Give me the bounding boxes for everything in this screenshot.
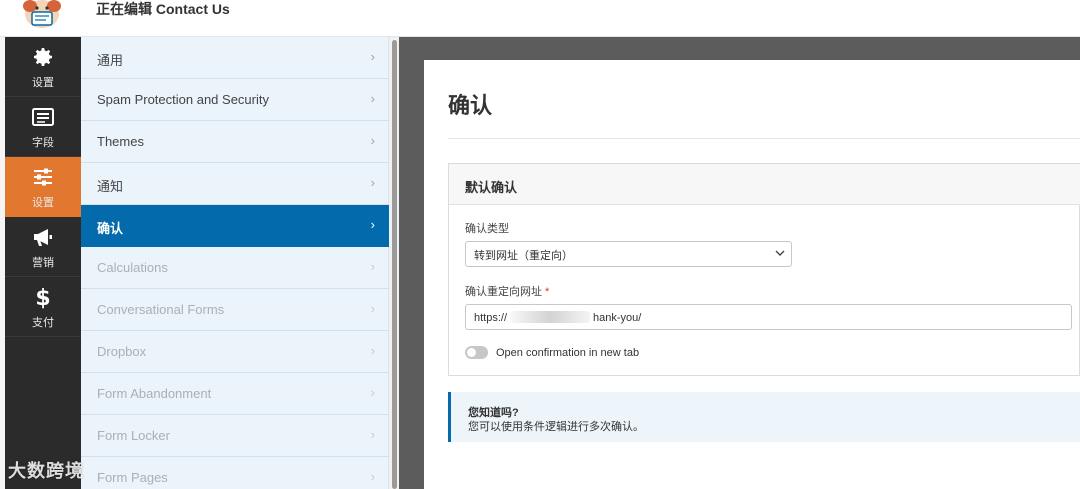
nav-item-label: 设置: [32, 77, 54, 89]
new-tab-toggle[interactable]: [465, 346, 488, 359]
redirect-url-label: 确认重定向网址 *: [465, 283, 549, 299]
chevron-right-icon: ›: [370, 343, 375, 358]
settings-item-label: Themes: [97, 134, 144, 149]
chevron-right-icon: ›: [370, 427, 375, 442]
nav-item-label: 设置: [32, 197, 54, 209]
chevron-right-icon: ›: [370, 469, 375, 484]
scrollbar-thumb[interactable]: [392, 40, 397, 489]
top-header: 正在编辑 Contact Us: [0, 0, 1080, 37]
sliders-icon: [34, 168, 52, 186]
nav-item-label: 营销: [32, 257, 54, 269]
settings-item-label: 通用: [97, 53, 124, 68]
chevron-right-icon: ›: [370, 49, 375, 64]
settings-menu: 通用 › Spam Protection and Security › Them…: [81, 37, 389, 489]
settings-item-label: 确认: [97, 221, 124, 236]
editing-form-title: 正在编辑 Contact Us: [96, 1, 230, 17]
settings-item-dropbox[interactable]: Dropbox ›: [81, 331, 389, 373]
chevron-down-icon: [775, 250, 785, 256]
nav-item-fields[interactable]: 字段: [5, 97, 81, 157]
settings-item-themes[interactable]: Themes ›: [81, 121, 389, 163]
settings-item-calculations[interactable]: Calculations ›: [81, 247, 389, 289]
watermark: 大数跨境: [8, 461, 84, 481]
confirmation-type-label: 确认类型: [465, 223, 509, 235]
title-divider: [448, 138, 1080, 139]
settings-item-label: Form Abandonment: [97, 386, 212, 401]
settings-item-form-abandonment[interactable]: Form Abandonment ›: [81, 373, 389, 415]
chevron-right-icon: ›: [370, 259, 375, 274]
settings-item-label: Conversational Forms: [97, 302, 225, 317]
settings-item-label: Form Locker: [97, 428, 170, 443]
redirect-url-label-text: 确认重定向网址: [465, 286, 542, 298]
redacted-url-segment: [510, 311, 590, 323]
settings-item-label: Form Pages: [97, 470, 168, 485]
page-title: 确认: [448, 93, 493, 118]
settings-item-confirmations[interactable]: 确认 ›: [81, 205, 389, 247]
chevron-right-icon: ›: [370, 301, 375, 316]
nav-item-marketing[interactable]: 营销: [5, 217, 81, 277]
chevron-right-icon: ›: [370, 133, 375, 148]
nav-item-label: 字段: [32, 137, 54, 149]
confirmation-block-header[interactable]: 默认确认: [449, 164, 1080, 205]
megaphone-icon: [34, 229, 52, 246]
nav-item-setup[interactable]: 设置: [5, 37, 81, 97]
did-you-know-notice: 您知道吗? 您可以使用条件逻辑进行多次确认。: [448, 392, 1080, 442]
required-asterisk: *: [545, 286, 550, 298]
chevron-right-icon: ›: [370, 91, 375, 106]
default-confirmation-block: 默认确认: [448, 163, 1080, 376]
settings-item-label: 通知: [97, 179, 124, 194]
settings-item-form-pages[interactable]: Form Pages ›: [81, 457, 389, 489]
settings-item-label: Dropbox: [97, 344, 147, 359]
toggle-knob: [467, 348, 476, 357]
chevron-right-icon: ›: [370, 217, 375, 232]
nav-item-payments[interactable]: $ 支付: [5, 277, 81, 337]
builder-sidebar: 设置 字段 设置 营销 $ 支付: [5, 37, 81, 489]
settings-item-label: Calculations: [97, 260, 168, 275]
settings-item-general[interactable]: 通用 ›: [81, 37, 389, 79]
redirect-url-input[interactable]: https:// hank-you/: [465, 304, 1072, 330]
redirect-url-suffix: hank-you/: [593, 312, 642, 324]
settings-item-spam-protection[interactable]: Spam Protection and Security ›: [81, 79, 389, 121]
redirect-url-prefix: https://: [474, 312, 508, 324]
chevron-right-icon: ›: [370, 175, 375, 190]
nav-item-settings[interactable]: 设置: [5, 157, 81, 217]
svg-text:$: $: [35, 286, 50, 309]
settings-item-label: Spam Protection and Security: [97, 92, 269, 107]
settings-item-conversational-forms[interactable]: Conversational Forms ›: [81, 289, 389, 331]
new-tab-toggle-label[interactable]: Open confirmation in new tab: [496, 347, 639, 359]
settings-item-notifications[interactable]: 通知 ›: [81, 163, 389, 205]
confirmation-type-select[interactable]: 转到网址（重定向）: [465, 241, 792, 267]
dollar-icon: $: [35, 286, 50, 309]
nav-item-label: 支付: [32, 317, 54, 329]
chevron-right-icon: ›: [370, 385, 375, 400]
wpforms-logo: [23, 0, 61, 28]
confirmation-type-value: 转到网址（重定向）: [474, 250, 573, 262]
fields-list-icon: [32, 108, 54, 126]
form-builder-app: 正在编辑 Contact Us 设置 字段 设置 营销 $ 支付 通用 › Sp…: [0, 0, 1080, 489]
gear-icon: [34, 48, 52, 66]
confirmation-block-title: 默认确认: [465, 180, 518, 195]
notice-text: 您可以使用条件逻辑进行多次确认。: [468, 421, 644, 433]
settings-item-form-locker[interactable]: Form Locker ›: [81, 415, 389, 457]
